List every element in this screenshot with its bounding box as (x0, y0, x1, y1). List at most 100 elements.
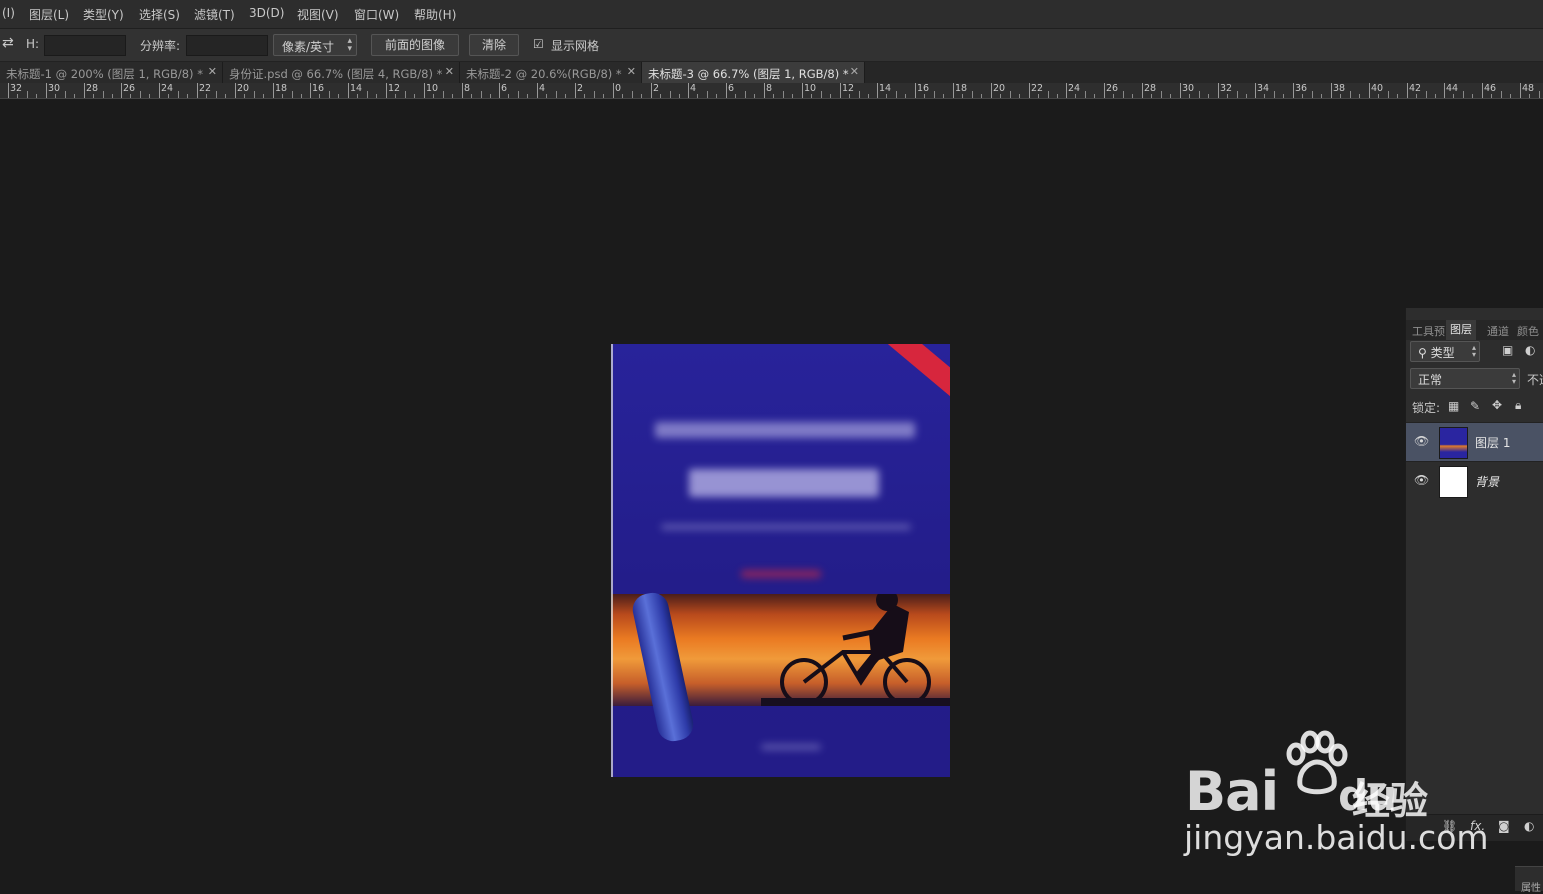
menu-3d[interactable]: 3D(D) (249, 6, 284, 20)
ruler-minor-tick (1123, 91, 1124, 98)
tab-color[interactable]: 颜色 (1517, 323, 1539, 339)
ruler-label: 20 (237, 83, 250, 94)
ruler-label: 12 (842, 83, 855, 94)
lock-paint-icon[interactable]: ✎ (1470, 399, 1480, 413)
menu-filter[interactable]: 滤镜(T) (194, 6, 235, 23)
menu-help[interactable]: 帮助(H) (414, 6, 456, 23)
ruler-major-tick (726, 83, 727, 98)
ruler-minor-tick (859, 91, 860, 98)
ruler-minor-tick (849, 94, 850, 98)
blurred-title (655, 422, 915, 438)
properties-panel-stub[interactable]: 属性 (1515, 866, 1543, 894)
blurred-heading (689, 469, 879, 497)
ruler-minor-tick (452, 94, 453, 98)
ruler-minor-tick (168, 94, 169, 98)
ruler-label: 28 (1144, 83, 1157, 94)
ruler-minor-tick (660, 94, 661, 98)
ruler-minor-tick (1199, 91, 1200, 98)
ruler-minor-tick (508, 94, 509, 98)
blend-mode-select[interactable]: 正常 ▴ ▾ (1410, 368, 1520, 389)
ruler-label: 44 (1446, 83, 1459, 94)
menu-view[interactable]: 视图(V) (297, 6, 339, 23)
ruler-major-tick (386, 83, 387, 98)
ruler-major-tick (1482, 83, 1483, 98)
ruler-label: 22 (199, 83, 212, 94)
ruler-minor-tick (603, 94, 604, 98)
menu-layer[interactable]: 图层(L) (29, 6, 69, 23)
tab-untitled-1[interactable]: 未标题-1 @ 200% (图层 1, RGB/8) * ✕ (0, 62, 223, 83)
tab-tool-presets[interactable]: 工具预 (1412, 323, 1445, 339)
ruler-minor-tick (282, 94, 283, 98)
swap-icon[interactable]: ⇄ (2, 35, 14, 51)
close-icon[interactable]: ✕ (850, 65, 859, 78)
height-input[interactable] (44, 35, 126, 56)
ruler-minor-tick (1189, 94, 1190, 98)
lock-label: 锁定: (1412, 401, 1441, 415)
show-grid-checkbox[interactable]: ☑ (533, 37, 544, 51)
layer-row-layer1[interactable]: 👁︎ 图层 1 (1406, 422, 1543, 461)
lock-transparency-icon[interactable]: ▦ (1448, 399, 1459, 413)
ruler-major-tick (1255, 83, 1256, 98)
lock-position-icon[interactable]: ✥ (1492, 398, 1502, 412)
ruler-minor-tick (1161, 91, 1162, 98)
tab-untitled-3[interactable]: 未标题-3 @ 66.7% (图层 1, RGB/8) * ✕ (642, 62, 865, 83)
ruler-minor-tick (716, 94, 717, 98)
ruler-minor-tick (565, 94, 566, 98)
ruler-minor-tick (886, 94, 887, 98)
ruler-minor-tick (443, 91, 444, 98)
layer-filter-select[interactable]: ⚲ 类型 ▴ ▾ (1410, 341, 1480, 362)
image-filter-icon[interactable]: ▣ (1502, 343, 1513, 357)
lock-all-icon[interactable]: 🔒︎ (1515, 398, 1521, 413)
document-image[interactable] (611, 344, 950, 777)
layer-row-background[interactable]: 👁︎ 背景 (1406, 461, 1543, 500)
ruler-minor-tick (943, 94, 944, 98)
ruler-minor-tick (225, 94, 226, 98)
ruler-label: 16 (312, 83, 325, 94)
visibility-eye-icon[interactable]: 👁︎ (1414, 434, 1429, 448)
adjustment-layer-icon[interactable]: ◐ (1524, 819, 1534, 833)
horizontal-ruler[interactable]: 32 30 28 26 24 22 20 18 16 14 12 10 8 6 4 2 0 2 4 6 8 10 12 14 1… (0, 83, 1543, 99)
ruler-minor-tick (962, 94, 963, 98)
menu-select[interactable]: 选择(S) (139, 6, 180, 23)
close-icon[interactable]: ✕ (208, 65, 217, 78)
opacity-label: 不透 (1527, 373, 1543, 387)
clear-button[interactable]: 清除 (469, 34, 519, 56)
baidu-watermark: Bai du 经验 jingyan.baidu.com (1180, 720, 1489, 870)
ruler-minor-tick (792, 94, 793, 98)
front-image-button[interactable]: 前面的图像 (371, 34, 459, 56)
ruler-minor-tick (868, 94, 869, 98)
document-tabs: 未标题-1 @ 200% (图层 1, RGB/8) * ✕ 身份证.psd @… (0, 62, 1543, 83)
tab-untitled-2[interactable]: 未标题-2 @ 20.6%(RGB/8) * ✕ (460, 62, 642, 83)
visibility-eye-icon[interactable]: 👁︎ (1414, 473, 1429, 487)
ruler-major-tick (1444, 83, 1445, 98)
ruler-minor-tick (263, 94, 264, 98)
ruler-minor-tick (830, 94, 831, 98)
tab-title: 未标题-3 @ 66.7% (图层 1, RGB/8) * (648, 67, 849, 81)
ruler-label: 0 (615, 83, 622, 94)
menu-window[interactable]: 窗口(W) (354, 6, 399, 23)
resolution-input[interactable] (186, 35, 268, 56)
ruler-minor-tick (395, 94, 396, 98)
ruler-major-tick (462, 83, 463, 98)
mask-icon[interactable]: ◙ (1498, 819, 1510, 833)
tab-layers[interactable]: 图层 (1446, 320, 1476, 340)
ruler-major-tick (273, 83, 274, 98)
tab-id-card[interactable]: 身份证.psd @ 66.7% (图层 4, RGB/8) * ✕ (223, 62, 460, 83)
ruler-label: 8 (766, 83, 773, 94)
ruler-minor-tick (130, 94, 131, 98)
ruler-label: 46 (1484, 83, 1497, 94)
ruler-major-tick (1520, 83, 1521, 98)
ruler-minor-tick (584, 94, 585, 98)
height-label: H: (26, 37, 40, 51)
tab-channels[interactable]: 通道 (1487, 323, 1509, 339)
ruler-major-tick (537, 83, 538, 98)
ruler-label: 16 (917, 83, 930, 94)
adjustment-filter-icon[interactable]: ◐ (1525, 343, 1535, 357)
close-icon[interactable]: ✕ (445, 65, 454, 78)
ruler-major-tick (1066, 83, 1067, 98)
menu-type[interactable]: 类型(Y) (83, 6, 124, 23)
ruler-minor-tick (27, 91, 28, 98)
menu-partial[interactable]: (I) (2, 6, 15, 20)
close-icon[interactable]: ✕ (627, 65, 636, 78)
unit-select[interactable]: 像素/英寸 ▴ ▾ (273, 34, 357, 56)
